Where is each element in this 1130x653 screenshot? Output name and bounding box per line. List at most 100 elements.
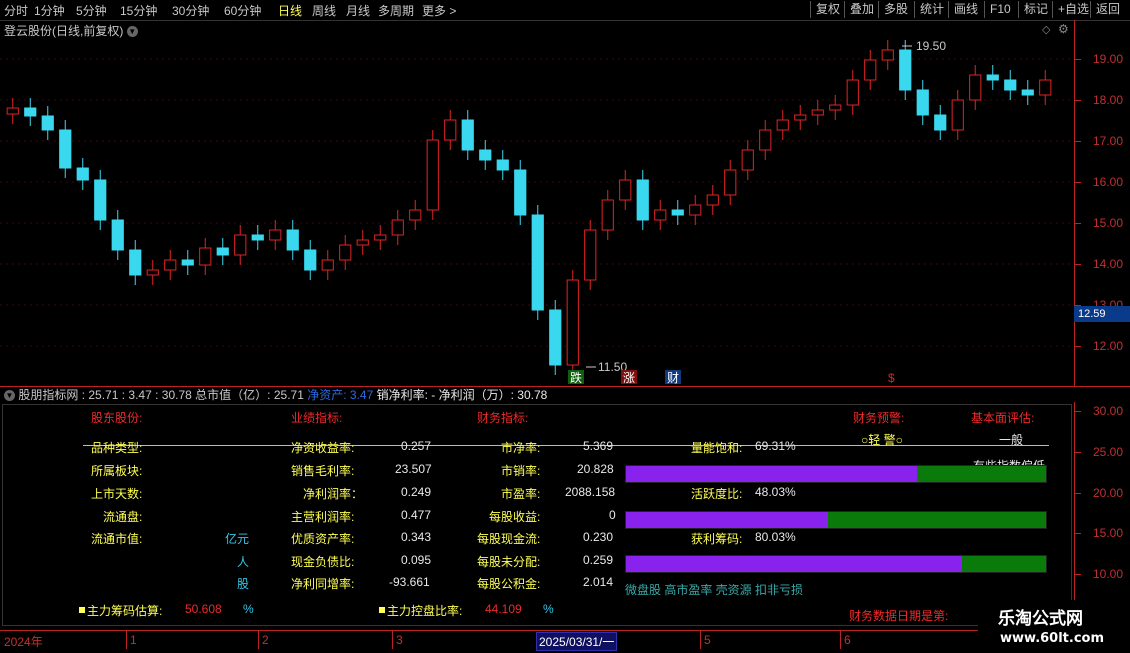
percent-sign: % bbox=[243, 602, 254, 616]
bullet-icon bbox=[379, 607, 385, 613]
more-menu[interactable]: 更多 > bbox=[422, 2, 456, 19]
overlay-button[interactable]: 叠加 bbox=[844, 1, 879, 18]
candle-body bbox=[146, 269, 159, 276]
period-60min[interactable]: 60分钟 bbox=[224, 2, 261, 19]
diamond-icon[interactable]: ◇ bbox=[1042, 23, 1050, 36]
period-monthly[interactable]: 月线 bbox=[346, 2, 370, 19]
gross-margin-value: 23.507 bbox=[395, 462, 432, 476]
candle-body bbox=[916, 89, 929, 116]
chip-estimate-label: 主力筹码估算: bbox=[87, 604, 163, 618]
candle-body bbox=[496, 159, 509, 171]
candle-body bbox=[689, 204, 702, 216]
sales-net-margin: 销净利率: - bbox=[376, 388, 436, 402]
candle-body bbox=[1004, 79, 1017, 91]
chevron-down-icon[interactable]: ▼ bbox=[126, 26, 138, 38]
candle-body bbox=[864, 59, 877, 81]
price-axis: 19.00 18.00 17.00 16.00 15.00 14.00 13.0… bbox=[1074, 20, 1130, 386]
candle-body bbox=[531, 214, 544, 311]
period-daily[interactable]: 日线 bbox=[278, 2, 302, 19]
candle-body bbox=[969, 74, 982, 101]
gross-margin-label: 销售毛利率: bbox=[291, 464, 355, 478]
candlestick-chart[interactable]: 19.50 11.50 跌 涨 财 $ bbox=[0, 20, 1074, 386]
back-button[interactable]: 返回 bbox=[1090, 1, 1125, 18]
candle-body bbox=[741, 149, 754, 171]
adjust-button[interactable]: 复权 bbox=[810, 1, 845, 18]
candle-body bbox=[286, 229, 299, 251]
candle-body bbox=[461, 119, 474, 151]
candle-body bbox=[181, 259, 194, 266]
indicator-name[interactable]: 股朋指标网 bbox=[18, 388, 78, 402]
price-tick: 18.00 bbox=[1093, 93, 1124, 107]
control-ratio-value: 44.109 bbox=[485, 602, 522, 616]
period-5min[interactable]: 5分钟 bbox=[76, 2, 107, 19]
period-15min[interactable]: 15分钟 bbox=[120, 2, 157, 19]
settings-icon[interactable]: ⚙ bbox=[1058, 22, 1069, 36]
date-axis: 2024年 1 2 3 2025/03/31/一 5 6 bbox=[0, 630, 1130, 651]
candle-body bbox=[321, 259, 334, 271]
sector-label: 所属板块: bbox=[91, 464, 143, 478]
financial-header: 财务指标: bbox=[477, 411, 529, 425]
ps-label: 市销率: bbox=[501, 464, 541, 478]
draw-line-button[interactable]: 画线 bbox=[948, 1, 983, 18]
candle-body bbox=[216, 247, 229, 256]
indicator-tick: 30.00 bbox=[1093, 404, 1124, 418]
candle-body bbox=[94, 179, 107, 221]
candle-body bbox=[759, 129, 772, 151]
quality-asset-value: 0.343 bbox=[401, 530, 432, 544]
candle-body bbox=[846, 79, 859, 106]
candle-body bbox=[304, 249, 317, 271]
candle-body bbox=[566, 279, 579, 366]
candle-body bbox=[601, 199, 614, 231]
chevron-down-icon[interactable]: ▼ bbox=[4, 390, 15, 402]
stats-button[interactable]: 统计 bbox=[914, 1, 949, 18]
profit-growth-label: 净利同增率: bbox=[291, 577, 355, 591]
period-fenshi[interactable]: 分时 bbox=[4, 2, 28, 19]
date-label: 3 bbox=[396, 633, 403, 647]
current-price-badge: 12.59 bbox=[1074, 306, 1130, 322]
profit-growth-value: -93.661 bbox=[389, 575, 430, 589]
mark-button[interactable]: 标记 bbox=[1018, 1, 1053, 18]
period-weekly[interactable]: 周线 bbox=[312, 2, 336, 19]
candle-body bbox=[199, 247, 212, 266]
high-price-label: 19.50 bbox=[916, 39, 946, 53]
finance-marker: 财 bbox=[667, 371, 679, 385]
candle-body bbox=[1039, 79, 1052, 96]
ps-value: 20.828 bbox=[577, 462, 614, 476]
stock-title-text: 登云股份(日线,前复权) bbox=[4, 24, 124, 38]
add-watchlist-button[interactable]: +自选 bbox=[1052, 1, 1094, 18]
price-tick: 17.00 bbox=[1093, 134, 1124, 148]
period-multi[interactable]: 多周期 bbox=[378, 2, 414, 19]
period-1min[interactable]: 1分钟 bbox=[34, 2, 65, 19]
candle-body bbox=[811, 109, 824, 116]
candle-body bbox=[1021, 89, 1034, 96]
price-tick: 14.00 bbox=[1093, 257, 1124, 271]
candle-body bbox=[584, 229, 597, 281]
activity-bar bbox=[625, 511, 1047, 529]
market-cap: 总市值（亿）: 25.71 bbox=[195, 388, 304, 402]
multi-stock-button[interactable]: 多股 bbox=[878, 1, 913, 18]
volume-saturation-label: 量能饱和: bbox=[691, 441, 743, 455]
net-margin-value: 0.249 bbox=[401, 485, 432, 499]
stock-tags: 微盘股 高市盈率 壳资源 扣非亏损 bbox=[625, 583, 804, 597]
volume-saturation-value: 69.31% bbox=[755, 439, 796, 453]
listed-days-label: 上市天数: bbox=[91, 487, 143, 501]
candle-body bbox=[6, 107, 19, 115]
candle-body bbox=[986, 74, 999, 81]
fundamental-value: 一般 bbox=[999, 433, 1024, 447]
candle-body bbox=[269, 229, 282, 241]
quality-asset-label: 优质资产率: bbox=[291, 532, 355, 546]
fundamental-header: 基本面评估: bbox=[971, 411, 1035, 425]
f10-button[interactable]: F10 bbox=[984, 1, 1016, 18]
indicator-tick: 25.00 bbox=[1093, 445, 1124, 459]
stock-title[interactable]: 登云股份(日线,前复权) ▼ bbox=[4, 22, 138, 39]
candle-body bbox=[234, 234, 247, 256]
period-30min[interactable]: 30分钟 bbox=[172, 2, 209, 19]
candle-body bbox=[671, 209, 684, 216]
candle-body bbox=[899, 49, 912, 91]
float-value-label: 流通市值: bbox=[91, 532, 143, 546]
candle-body bbox=[619, 179, 632, 201]
company-header: 股东股份: bbox=[91, 411, 143, 425]
candle-body bbox=[479, 149, 492, 161]
chip-estimate-value: 50.608 bbox=[185, 602, 222, 616]
eps-label: 每股收益: bbox=[489, 510, 541, 524]
